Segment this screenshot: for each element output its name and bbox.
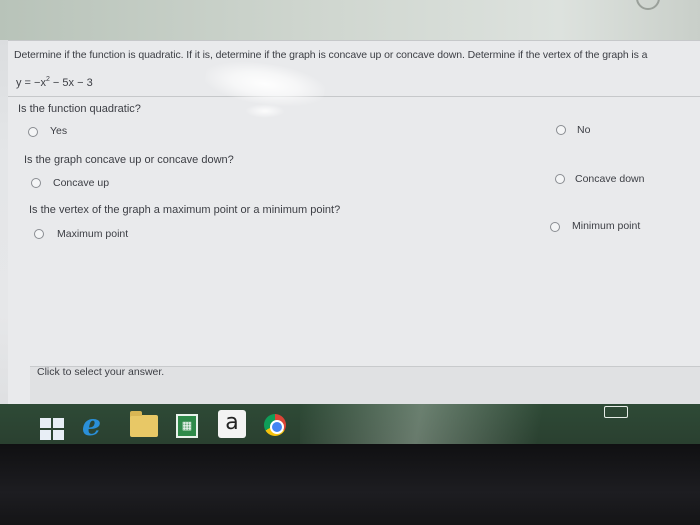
function-equation: y = −x2 − 5x − 3: [16, 76, 93, 89]
prompt-quadratic: Is the function quadratic?: [18, 103, 141, 115]
divider: [8, 96, 700, 97]
radio-concave-up[interactable]: [31, 178, 41, 188]
screen-glare: [245, 104, 285, 118]
option-yes-label[interactable]: Yes: [50, 125, 67, 137]
option-minimum-point-label[interactable]: Minimum point: [572, 220, 640, 232]
monitor-bezel: [0, 444, 700, 525]
question-header: Determine if the function is quadratic. …: [14, 49, 648, 61]
option-concave-down-label[interactable]: Concave down: [575, 173, 644, 185]
radio-yes[interactable]: [28, 127, 38, 137]
store-icon[interactable]: ▦: [176, 414, 198, 438]
window-top-band: [0, 0, 700, 40]
screen: Determine if the function is quadratic. …: [0, 0, 700, 525]
taskbar-reflection: [300, 404, 700, 444]
amazon-icon[interactable]: a: [218, 410, 246, 438]
circle-control-icon[interactable]: [636, 0, 660, 10]
divider: [8, 40, 700, 41]
windows-start-icon[interactable]: [40, 418, 64, 440]
touch-keyboard-icon[interactable]: [604, 406, 628, 418]
option-no-label[interactable]: No: [577, 124, 590, 136]
chrome-icon[interactable]: [264, 414, 286, 436]
file-explorer-icon[interactable]: [130, 411, 158, 437]
prompt-vertex: Is the vertex of the graph a maximum poi…: [29, 204, 341, 216]
footer-instruction: Click to select your answer.: [37, 366, 165, 378]
prompt-concavity: Is the graph concave up or concave down?: [24, 154, 234, 166]
option-maximum-point-label[interactable]: Maximum point: [57, 228, 128, 240]
option-concave-up-label[interactable]: Concave up: [53, 177, 109, 189]
radio-maximum-point[interactable]: [34, 229, 44, 239]
internet-explorer-icon[interactable]: e: [82, 411, 110, 441]
radio-concave-down[interactable]: [555, 174, 565, 184]
radio-minimum-point[interactable]: [550, 222, 560, 232]
radio-no[interactable]: [556, 125, 566, 135]
